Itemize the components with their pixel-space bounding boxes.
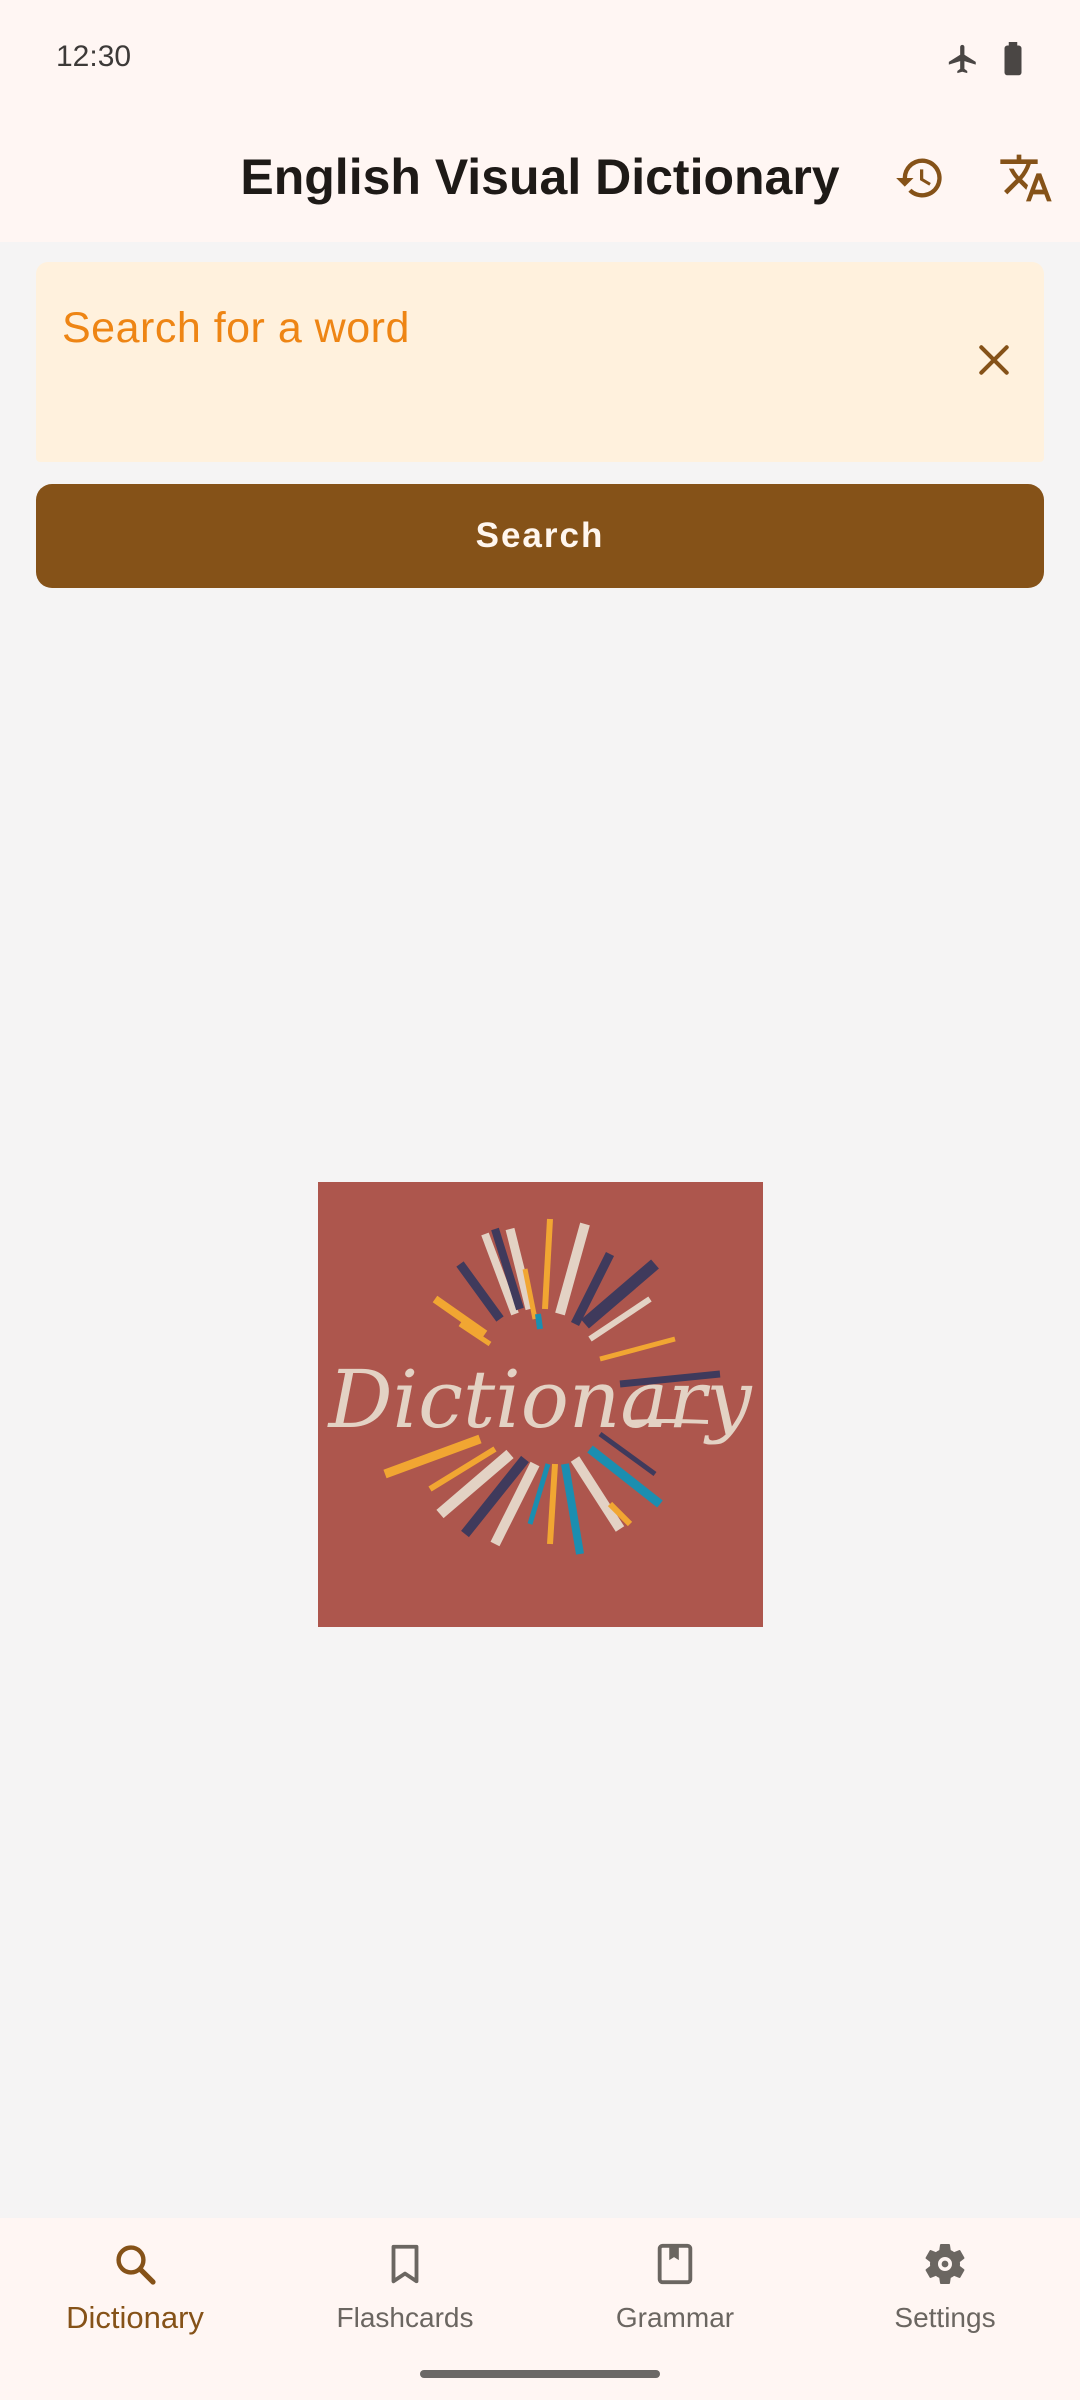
- airplane-icon: [946, 42, 980, 81]
- translate-icon: [998, 150, 1054, 211]
- app-bar: English Visual Dictionary: [0, 120, 1080, 242]
- status-bar: 12:30: [0, 0, 1080, 120]
- logo-text: Dictionary: [326, 1353, 753, 1446]
- search-button[interactable]: Search: [36, 484, 1044, 588]
- gear-icon: [917, 2236, 973, 2292]
- history-icon: [894, 152, 946, 209]
- status-time: 12:30: [56, 40, 132, 73]
- nav-item-settings[interactable]: Settings: [810, 2218, 1080, 2400]
- clear-button[interactable]: [970, 338, 1018, 386]
- battery-icon: [1002, 42, 1024, 81]
- nav-item-dictionary[interactable]: Dictionary: [0, 2218, 270, 2400]
- search-placeholder: Search for a word: [62, 304, 410, 352]
- close-icon: [975, 341, 1013, 384]
- nav-label-settings: Settings: [894, 2302, 996, 2333]
- gesture-handle[interactable]: [420, 2370, 660, 2378]
- nav-label-grammar: Grammar: [615, 2302, 735, 2333]
- history-button[interactable]: [890, 150, 950, 210]
- dictionary-logo: Dictionary: [318, 1182, 763, 1627]
- nav-label-flashcards: Flashcards: [336, 2302, 474, 2333]
- book-icon: [647, 2236, 703, 2292]
- translate-button[interactable]: [996, 150, 1056, 210]
- search-input[interactable]: Search for a word: [36, 262, 1044, 462]
- bookmark-icon: [377, 2236, 433, 2292]
- nav-label-dictionary: Dictionary: [66, 2300, 204, 2335]
- status-icons: [946, 42, 1024, 81]
- search-icon: [107, 2236, 163, 2292]
